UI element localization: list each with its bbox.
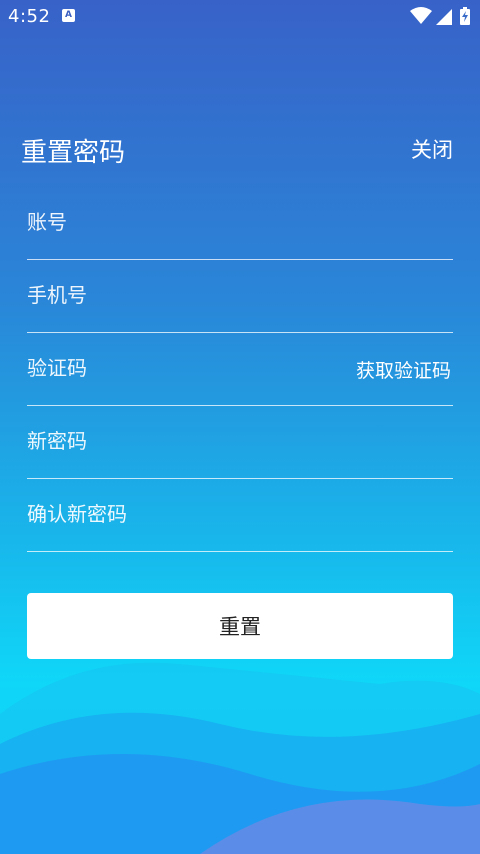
wifi-icon xyxy=(410,7,432,24)
status-time: 4:52 xyxy=(8,6,51,27)
account-input[interactable] xyxy=(27,186,327,258)
a-letter-icon: A xyxy=(62,9,75,22)
phone-input[interactable] xyxy=(27,259,327,331)
status-icons xyxy=(410,6,472,26)
new-password-field-row xyxy=(27,405,453,479)
page-title: 重置密码 xyxy=(21,138,126,168)
battery-charging-icon xyxy=(460,7,470,25)
cell-signal-icon xyxy=(436,9,452,25)
get-code-button[interactable]: 获取验证码 xyxy=(356,356,451,383)
wave-background xyxy=(0,662,480,854)
status-bar: 4:52 A xyxy=(0,0,480,32)
confirm-password-field-row xyxy=(27,478,453,552)
verification-code-input[interactable] xyxy=(27,332,327,404)
account-field-row xyxy=(27,186,453,260)
confirm-password-input[interactable] xyxy=(27,478,327,550)
code-field-row: 获取验证码 xyxy=(27,332,453,406)
reset-button[interactable]: 重置 xyxy=(27,593,453,659)
phone-field-row xyxy=(27,259,453,333)
close-button[interactable]: 关闭 xyxy=(411,134,453,164)
new-password-input[interactable] xyxy=(27,405,327,477)
